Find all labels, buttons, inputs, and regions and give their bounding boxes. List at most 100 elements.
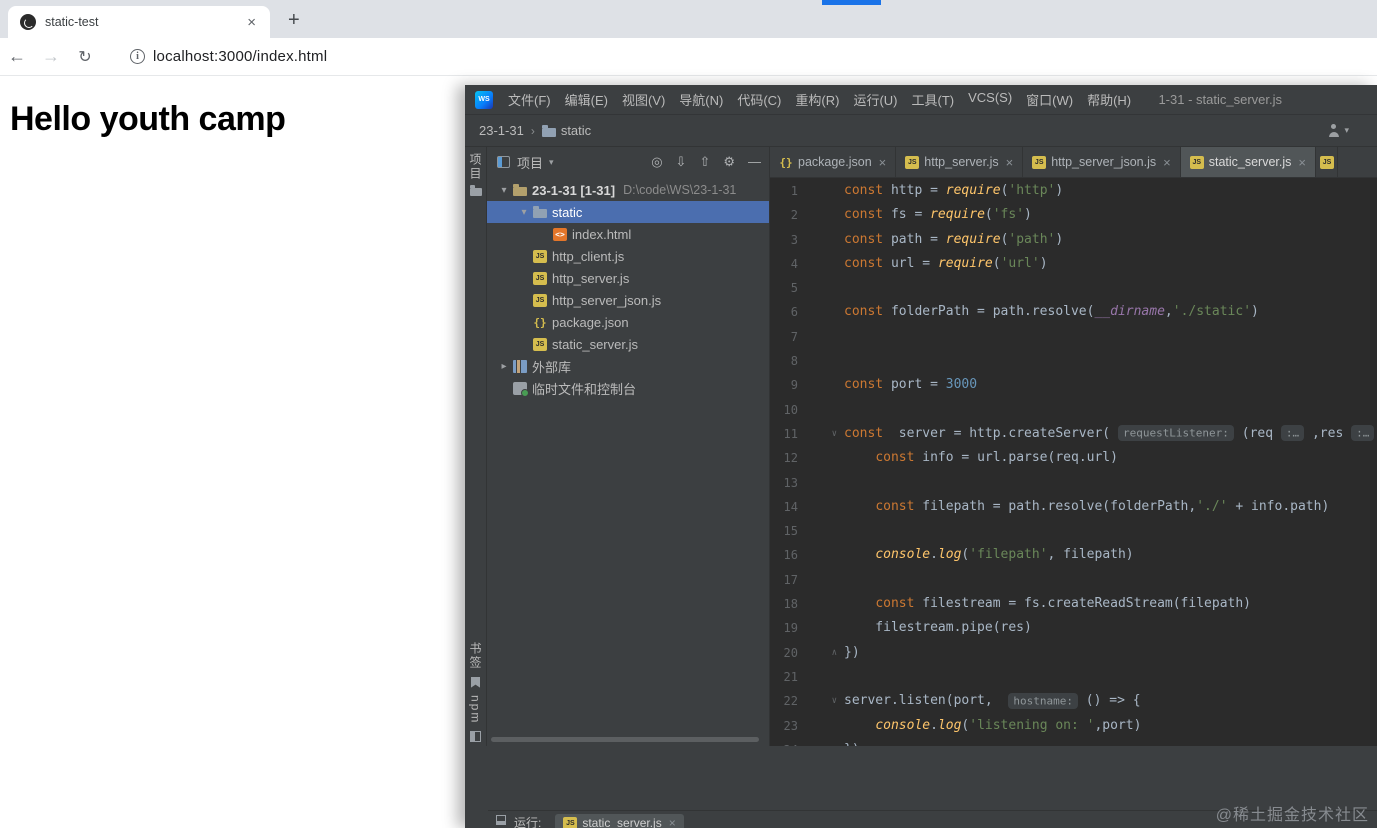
line-number: 10 [783,402,798,417]
menu-item[interactable]: 文件(F) [501,90,558,109]
line-number: 8 [790,354,798,369]
tree-item[interactable]: ▾ 23-1-31 [1-31] D:\code\WS\23-1-31 [487,179,769,201]
hide-panel-icon[interactable]: — [748,154,761,170]
line-number: 3 [790,232,798,247]
back-button[interactable]: ← [0,46,34,67]
line-number: 9 [790,378,798,393]
tree-item[interactable]: {} package.json [487,311,769,333]
bookmark-icon[interactable] [471,676,480,688]
tree-item[interactable]: ▾ static [487,201,769,223]
tool-strip-bookmarks-button[interactable]: 书签 [467,642,484,670]
horizontal-scrollbar[interactable] [491,737,759,742]
fold-marker-icon [798,592,844,616]
menu-item[interactable]: 重构(R) [788,90,846,109]
tree-item[interactable]: JS http_server_json.js [487,289,769,311]
tree-item[interactable]: <> index.html [487,223,769,245]
tree-item[interactable]: 临时文件和控制台 [487,377,769,399]
menu-item[interactable]: 帮助(H) [1080,90,1138,109]
tree-chevron-icon[interactable]: ▾ [495,185,513,196]
code-line: 5 [770,276,1377,300]
line-number: 20 [783,645,798,660]
browser-tab[interactable]: static-test × [8,6,270,38]
editor-tab-label: http_server_json.js [1051,155,1157,169]
reload-button[interactable]: ↻ [68,47,102,67]
line-number: 5 [790,281,798,296]
new-tab-button[interactable]: + [280,8,308,32]
code-line: 12 const info = url.parse(req.url) [770,446,1377,470]
fold-marker-icon [798,228,844,252]
code-line: 8 [770,349,1377,373]
tree-item[interactable]: JS static_server.js [487,333,769,355]
tool-strip-project-button[interactable]: 项目 [467,153,484,181]
tab-close-button[interactable]: × [243,14,260,31]
code-editor[interactable]: 1 const http = require('http') 2 const fs =… [770,178,1377,746]
fold-marker-icon[interactable]: ∨ [798,689,844,713]
code-text: const port = 3000 [844,377,978,393]
locate-icon[interactable]: ◎ [651,154,662,170]
editor-tab-bar: {} package.json × JS http_server.js × JS http_s… [770,147,1377,178]
tab-close-button[interactable]: × [1163,155,1171,170]
menu-item[interactable]: 视图(V) [615,90,672,109]
tree-item[interactable]: JS http_server.js [487,267,769,289]
tree-item[interactable]: ▸ 外部库 [487,355,769,377]
json-file-icon: {} [779,155,793,169]
editor-tab[interactable]: JS http_server_json.js × [1023,147,1181,177]
address-bar[interactable]: localhost:3000/index.html [153,48,327,65]
menu-item[interactable]: 工具(T) [904,90,961,109]
project-view-title[interactable]: 项目 [517,153,543,172]
run-tab-label: static_server.js [582,816,662,828]
tree-chevron-icon[interactable]: ▸ [495,361,513,372]
menu-item[interactable]: 运行(U) [846,90,904,109]
tool-strip-npm-button[interactable]: npm [469,695,483,724]
breadcrumb-current[interactable]: static [561,123,591,138]
editor-tab[interactable]: {} package.json × [770,147,897,177]
editor-tab[interactable]: JS [1316,147,1338,177]
fold-marker-icon[interactable]: ∨ [798,422,844,446]
editor-tab[interactable]: JS static_server.js × [1180,147,1316,177]
tree-chevron-icon[interactable]: ▾ [515,207,533,218]
tree-item[interactable]: JS http_client.js [487,245,769,267]
library-file-icon [513,359,527,373]
settings-gear-icon[interactable]: ⚙ [723,154,735,170]
code-text: const url = require('url') [844,255,1048,271]
run-toolwindow-label[interactable]: 运行: [514,814,541,828]
menu-item[interactable]: VCS(S) [961,90,1019,109]
forward-button[interactable]: → [34,46,68,67]
line-number: 22 [783,694,798,709]
page-info-icon[interactable]: i [130,49,145,64]
code-line: 11 ∨ const server = http.createServer( req… [770,422,1377,446]
menu-item[interactable]: 窗口(W) [1019,90,1080,109]
breadcrumb-root[interactable]: 23-1-31 [479,123,524,138]
tree-item-label: http_server_json.js [552,292,662,308]
fold-marker-icon[interactable]: ∧ [798,641,844,665]
editor-tab[interactable]: JS http_server.js × [896,147,1024,177]
chevron-down-icon[interactable]: ▾ [549,157,554,168]
code-text: }) [844,644,860,660]
line-number: 24 [770,738,798,746]
user-account-icon[interactable] [1327,124,1340,137]
project-toolwindow-icon[interactable] [469,185,482,196]
tab-close-button[interactable]: × [1006,155,1014,170]
code-text: const http = require('http') [844,183,1064,198]
menu-item[interactable]: 导航(N) [672,90,730,109]
code-text: const folderPath = path.resolve(__dirnam… [844,304,1259,320]
code-line: 13 [770,471,1377,495]
collapse-all-icon[interactable]: ⇧ [699,154,710,170]
code-text: const info = url.parse(req.url) [875,450,1118,466]
chevron-down-icon[interactable]: ▾ [1344,125,1349,136]
code-text: const server = http.createServer( reques… [844,422,1377,446]
run-tab-close-button[interactable]: × [669,816,676,828]
tree-item-label: static [552,204,583,220]
code-line: 19 filestream.pipe(res) [770,616,1377,640]
menu-item[interactable]: 代码(C) [730,90,788,109]
menu-item[interactable]: 编辑(E) [558,90,615,109]
fold-marker-icon[interactable]: ∧ [798,738,844,746]
toolwindow-toggle-icon[interactable] [470,731,481,742]
run-tab[interactable]: JS static_server.js × [555,814,684,828]
expand-all-icon[interactable]: ⇩ [676,154,687,170]
line-number: 18 [783,597,798,612]
tab-close-button[interactable]: × [879,155,887,170]
tab-close-button[interactable]: × [1298,155,1306,170]
run-toolwindow-icon[interactable] [496,815,506,825]
